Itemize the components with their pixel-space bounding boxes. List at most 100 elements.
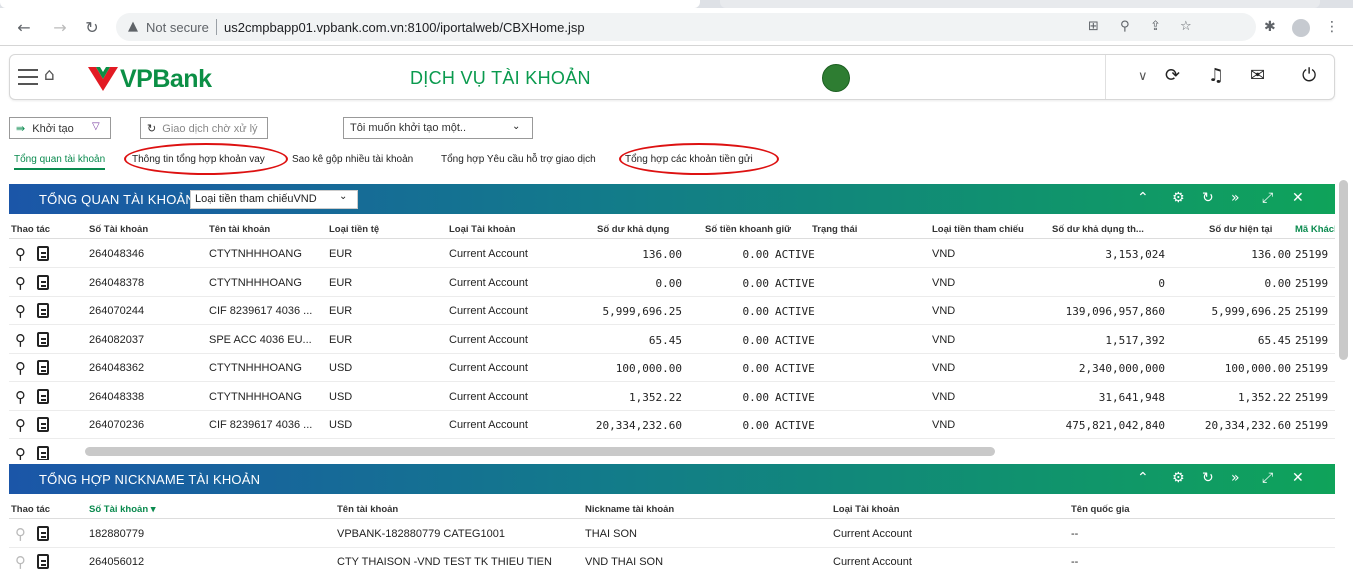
share-icon[interactable]: ⇪ (1150, 19, 1161, 34)
account-number[interactable]: 264056012 (89, 556, 144, 568)
chevron-down-icon[interactable]: ▽ (92, 121, 100, 132)
column-header[interactable]: Số dư hiện tại (1209, 224, 1272, 235)
collapse-icon[interactable]: ⌃ (1137, 470, 1149, 486)
document-icon[interactable] (37, 388, 49, 404)
kebab-menu-icon[interactable]: ⋮ (1325, 19, 1339, 35)
expand-right-icon[interactable]: » (1231, 190, 1240, 206)
account-number[interactable]: 182880779 (89, 528, 144, 540)
document-icon[interactable] (37, 246, 49, 261)
browser-tab[interactable] (720, 0, 1320, 8)
browser-tab[interactable] (0, 0, 700, 8)
chevron-down-icon[interactable]: ∨ (1138, 69, 1148, 84)
expand-right-icon[interactable]: » (1231, 470, 1240, 486)
table-row[interactable]: ⚲ 264048346 CTYTNHHHOANG EUR Current Account… (9, 240, 1335, 268)
chevron-down-icon[interactable]: ⌄ (339, 191, 347, 202)
sync-icon[interactable]: ⟳ (1165, 65, 1180, 86)
table-row[interactable]: ⚲ 264048378 CTYTNHHHOANG EUR Current Account… (9, 269, 1335, 297)
account-number[interactable]: 264048362 (89, 362, 144, 374)
account-number[interactable]: 264070244 (89, 305, 144, 317)
mail-icon[interactable]: ✉ (1250, 65, 1265, 86)
maximize-icon[interactable]: ⤢ (1262, 470, 1273, 486)
not-secure-label[interactable]: Not secure (146, 20, 209, 35)
table-row[interactable]: ⚲ 264082037 SPE ACC 4036 EU... EUR Current A… (9, 326, 1335, 354)
profile-avatar[interactable] (1292, 19, 1310, 37)
back-icon[interactable]: ← (14, 18, 34, 37)
bookmark-star-icon[interactable]: ☆ (1180, 19, 1192, 34)
column-header[interactable]: Số dư khả dụng th... (1052, 224, 1144, 235)
document-icon[interactable] (37, 417, 49, 432)
power-icon[interactable]: ⏻ (1302, 65, 1316, 86)
document-icon[interactable] (37, 331, 49, 347)
search-icon[interactable]: ⚲ (15, 274, 26, 292)
table-row[interactable]: ⚲ 264048362 CTYTNHHHOANG USD Current Account… (9, 354, 1335, 382)
settings-icon[interactable]: ⚙ (1172, 190, 1185, 206)
omnibox[interactable]: ▲ Not secure us2cmpbapp01.vpbank.com.vn:… (116, 13, 1256, 41)
url-text[interactable]: us2cmpbapp01.vpbank.com.vn:8100/iportalw… (224, 20, 585, 35)
column-header[interactable]: Nickname tài khoản (585, 504, 674, 515)
close-icon[interactable]: ✕ (1292, 190, 1304, 206)
extensions-icon[interactable]: ✱ (1264, 19, 1276, 35)
account-number[interactable]: 264048338 (89, 391, 144, 403)
table-row[interactable]: ⚲ 264056012 CTY THAISON -VND TEST TK THIEU… (9, 548, 1335, 575)
reload-icon[interactable]: ↻ (82, 18, 102, 37)
column-header[interactable]: Số dư khả dụng (597, 224, 669, 235)
zoom-icon[interactable]: ⚲ (1120, 19, 1130, 34)
forward-icon[interactable]: → (50, 18, 70, 37)
tab-support-requests[interactable]: Tổng hợp Yêu cầu hỗ trợ giao dịch (441, 154, 596, 165)
hamburger-menu-icon[interactable] (18, 69, 38, 85)
search-icon[interactable]: ⚲ (15, 525, 26, 543)
search-icon[interactable]: ⚲ (15, 416, 26, 434)
reference-currency-select[interactable]: Loại tiền tham chiếuVND (190, 190, 358, 209)
account-number[interactable]: 264048378 (89, 277, 144, 289)
logo-text[interactable]: VPBank (120, 65, 212, 94)
column-header[interactable]: Số tiền khoanh giữ (705, 224, 791, 235)
account-number[interactable]: 264082037 (89, 334, 144, 346)
refresh-icon[interactable]: ↻ (1202, 190, 1214, 206)
collapse-icon[interactable]: ⌃ (1137, 190, 1149, 206)
column-header[interactable]: Loại Tài khoản (833, 504, 900, 515)
table-row[interactable]: ⚲ 182880779 VPBANK-182880779 CATEG1001 THAI… (9, 520, 1335, 548)
document-icon[interactable] (37, 360, 49, 375)
close-icon[interactable]: ✕ (1292, 470, 1304, 486)
table-row[interactable]: ⚲ 264070244 CIF 8239617 4036 ... EUR Current… (9, 297, 1335, 325)
maximize-icon[interactable]: ⤢ (1262, 190, 1273, 206)
horizontal-scrollbar[interactable] (85, 447, 995, 456)
search-icon[interactable]: ⚲ (15, 331, 26, 349)
tab-multi-account-statement[interactable]: Sao kê gộp nhiều tài khoản (292, 154, 413, 165)
bell-icon[interactable]: ♫ (1208, 65, 1224, 86)
chevron-down-icon[interactable]: ⌄ (512, 121, 520, 132)
column-header[interactable]: Mã Khách (1295, 224, 1335, 235)
search-icon[interactable]: ⚲ (15, 553, 26, 571)
translate-icon[interactable]: ⊞ (1088, 19, 1099, 34)
refresh-icon[interactable]: ↻ (1202, 470, 1214, 486)
column-header[interactable]: Loại Tài khoản (449, 224, 516, 235)
column-header[interactable]: Trạng thái (812, 224, 857, 235)
home-icon[interactable]: ⌂ (44, 65, 55, 85)
column-header[interactable]: Tên tài khoản (337, 504, 398, 515)
search-icon[interactable]: ⚲ (15, 388, 26, 406)
want-to-create-select[interactable]: Tôi muốn khởi tạo một.. (343, 117, 533, 139)
column-header[interactable]: Số Tài khoản (89, 224, 148, 235)
document-icon[interactable] (37, 303, 49, 318)
column-header[interactable]: Tên quốc gia (1071, 504, 1130, 515)
campaign-badge-icon[interactable] (822, 64, 850, 92)
column-header[interactable]: Loại tiền tham chiếu (932, 224, 1024, 235)
document-icon[interactable] (37, 526, 49, 541)
tab-account-overview[interactable]: Tổng quan tài khoản (14, 154, 106, 170)
search-icon[interactable]: ⚲ (15, 245, 26, 263)
table-row[interactable]: ⚲ 264070236 CIF 8239617 4036 ... USD Current… (9, 411, 1335, 439)
vertical-scrollbar[interactable] (1339, 180, 1348, 360)
search-icon[interactable]: ⚲ (15, 445, 26, 461)
account-number[interactable]: 264048346 (89, 248, 144, 260)
account-number[interactable]: 264070236 (89, 419, 144, 431)
document-icon[interactable] (37, 445, 49, 460)
search-icon[interactable]: ⚲ (15, 359, 26, 377)
document-icon[interactable] (37, 274, 49, 290)
table-row[interactable]: ⚲ 264048338 CTYTNHHHOANG USD Current Account… (9, 383, 1335, 411)
column-header[interactable]: Tên tài khoản (209, 224, 270, 235)
column-header[interactable]: Loại tiền tệ (329, 224, 379, 235)
pending-transactions-field[interactable]: ↻ Giao dịch chờ xử lý (140, 117, 268, 139)
document-icon[interactable] (37, 554, 49, 569)
column-header[interactable]: Số Tài khoản ▾ (89, 504, 156, 515)
settings-icon[interactable]: ⚙ (1172, 470, 1185, 486)
